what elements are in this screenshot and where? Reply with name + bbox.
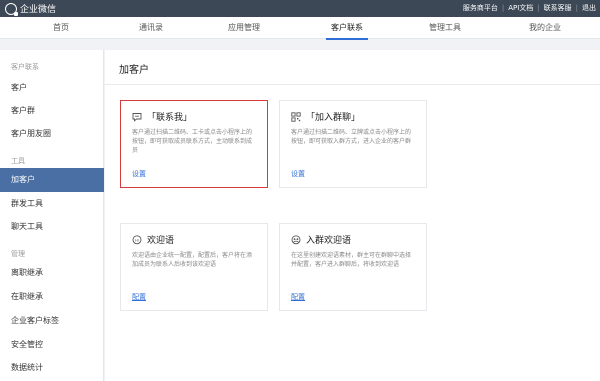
sidebar: 客户联系 客户 客户群 客户朋友圈 工具 加客户 群发工具 聊天工具 管理 离职… [0, 50, 104, 381]
sidebar-item-add-customer[interactable]: 加客户 [0, 168, 104, 192]
card-join-group: 「加入群聊」 客户通过扫描二维码、立牌或点击小程序上的按钮，即可获取入群方式，进… [279, 100, 427, 188]
divider: | [501, 4, 505, 12]
divider [105, 84, 600, 85]
card-description: 在这里创建欢迎语素材，群主可在群聊中选择并配置，客户进入群聊后，将收到欢迎语 [291, 252, 412, 268]
sidebar-group-label: 管理 [11, 250, 25, 258]
tab-contacts[interactable]: 通讯录 [106, 17, 196, 39]
page-title: 加客户 [119, 65, 149, 76]
app-name: 企业微信 [20, 5, 57, 15]
card-title: 入群欢迎语 [306, 236, 352, 246]
tab-my-company[interactable]: 我的企业 [500, 17, 590, 39]
sidebar-item-moments[interactable]: 客户朋友圈 [0, 122, 104, 146]
sidebar-item-active-transfer[interactable]: 在职继承 [0, 285, 104, 309]
sidebar-item-chat-tools[interactable]: 聊天工具 [0, 215, 104, 239]
group-welcome-config-link[interactable]: 配置 [291, 292, 305, 302]
card-title: 欢迎语 [147, 236, 175, 246]
card-title: 「联系我」 [147, 113, 193, 123]
tab-admin-tools[interactable]: 管理工具 [400, 17, 490, 39]
api-docs-link[interactable]: API文档 [508, 3, 533, 13]
sidebar-item-customer-tags[interactable]: 企业客户标签 [0, 309, 104, 333]
welcome-message-config-link[interactable]: 配置 [132, 292, 146, 302]
sidebar-group-label: 工具 [11, 157, 25, 165]
card-description: 客户通过扫描二维码、立牌或点击小程序上的按钮，即可获取入群方式，进入企业的客户群 [291, 129, 412, 145]
sidebar-group-label: 客户联系 [11, 63, 39, 71]
group-chat-icon [291, 234, 301, 245]
hi-bubble-icon: Hi [132, 234, 142, 245]
divider: | [537, 4, 540, 12]
sidebar-item-mass-messaging[interactable]: 群发工具 [0, 192, 104, 216]
tab-home[interactable]: 首页 [16, 17, 106, 39]
join-group-settings-link[interactable]: 设置 [291, 169, 305, 179]
sidebar-item-resignation-transfer[interactable]: 离职继承 [0, 261, 104, 285]
sidebar-item-statistics[interactable]: 数据统计 [0, 356, 104, 380]
wecom-logo-icon [5, 2, 18, 16]
top-bar: 企业微信 服务商平台 | API文档 | 联系客服 | 退出 [0, 0, 600, 17]
divider: | [575, 4, 578, 12]
sidebar-item-security[interactable]: 安全管控 [0, 333, 104, 357]
sidebar-item-customer-groups[interactable]: 客户群 [0, 99, 104, 123]
top-links: 服务商平台 | API文档 | 联系客服 | 退出 [463, 3, 596, 13]
provider-platform-link[interactable]: 服务商平台 [463, 3, 498, 13]
tab-apps[interactable]: 应用管理 [199, 17, 289, 39]
sidebar-item-customers[interactable]: 客户 [0, 76, 104, 100]
main-nav: 首页 通讯录 应用管理 客户联系 管理工具 我的企业 [0, 17, 600, 40]
contact-me-settings-link[interactable]: 设置 [132, 169, 146, 179]
qr-code-icon [291, 111, 301, 122]
chat-bubble-icon [132, 112, 142, 122]
card-contact-me: 「联系我」 客户通过扫描二维码、工卡或点击小程序上的按钮，即可获取成员联系方式，… [120, 100, 268, 188]
card-title: 「加入群聊」 [306, 113, 361, 123]
tab-customer-contact[interactable]: 客户联系 [302, 17, 392, 40]
app-logo[interactable]: 企业微信 [5, 2, 57, 16]
card-group-welcome-message: 入群欢迎语 在这里创建欢迎语素材，群主可在群聊中选择并配置，客户进入群聊后，将收… [279, 223, 427, 311]
card-description: 客户通过扫描二维码、工卡或点击小程序上的按钮，即可获取成员联系方式，主动联系到成… [132, 129, 253, 154]
card-welcome-message: Hi 欢迎语 欢迎语由企业统一配置，配置后，客户将在添加成员为联系人后收到该欢迎… [120, 223, 268, 311]
contact-support-link[interactable]: 联系客服 [544, 3, 572, 13]
card-description: 欢迎语由企业统一配置，配置后，客户将在添加成员为联系人后收到该欢迎语 [132, 252, 253, 268]
logout-link[interactable]: 退出 [582, 3, 596, 13]
main-panel: 加客户 「联系我」 客户通过扫描二维码、工卡或点击小程序上的按钮，即可获取成员联… [105, 50, 600, 381]
svg-text:Hi: Hi [135, 237, 139, 242]
